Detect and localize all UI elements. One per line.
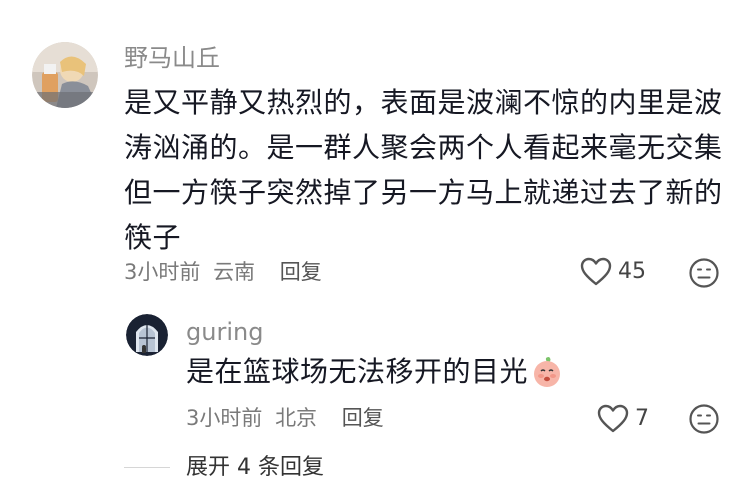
reply-like-button[interactable]: 7 — [597, 403, 649, 435]
comment-line: 筷子 — [124, 221, 182, 254]
reply-username[interactable]: guring — [186, 318, 263, 346]
comment-body: 是又平静又热烈的，表面是波澜不惊的内里是波 涛汹涌的。是一群人聚会两个人看起来毫… — [124, 80, 724, 260]
heart-outline-icon — [580, 257, 612, 287]
reply-like-count: 7 — [635, 406, 649, 431]
meh-face-icon — [689, 404, 719, 434]
avatar-image — [126, 314, 168, 356]
comment-line: 是又平静又热烈的，表面是波澜不惊的内里是波 — [124, 86, 723, 119]
heart-outline-icon — [597, 404, 629, 434]
comment-location: 云南 — [213, 260, 256, 284]
avatar-image — [32, 42, 98, 108]
reply-text: 是在篮球场无法移开的目光 — [186, 355, 529, 388]
like-button[interactable]: 45 — [580, 256, 646, 288]
expand-replies-button[interactable]: 展开 4 条回复 — [186, 455, 324, 481]
meh-face-icon — [689, 258, 719, 288]
expand-divider — [124, 467, 170, 468]
reply-meta: 3小时前 北京 回复 — [186, 405, 384, 431]
comment-line: 涛汹涌的。是一群人聚会两个人看起来毫无交集 — [124, 131, 723, 164]
dislike-button[interactable] — [688, 257, 720, 289]
comment-line: 但一方筷子突然掉了另一方马上就递过去了新的 — [124, 176, 723, 209]
reply-button[interactable]: 回复 — [342, 406, 384, 430]
comment-meta: 3小时前 云南 回复 — [124, 259, 322, 285]
reply-time: 3小时前 — [186, 406, 263, 430]
reply-avatar[interactable] — [126, 314, 168, 356]
comment-time: 3小时前 — [124, 260, 201, 284]
reply-button[interactable]: 回复 — [280, 260, 322, 284]
reply-location: 北京 — [275, 406, 318, 430]
reply-dislike-button[interactable] — [688, 403, 720, 435]
comment-username[interactable]: 野马山丘 — [124, 44, 220, 72]
peach-face-emoji — [530, 355, 564, 389]
like-count: 45 — [618, 259, 646, 284]
avatar[interactable] — [32, 42, 98, 108]
reply-body: 是在篮球场无法移开的目光 — [186, 352, 564, 392]
